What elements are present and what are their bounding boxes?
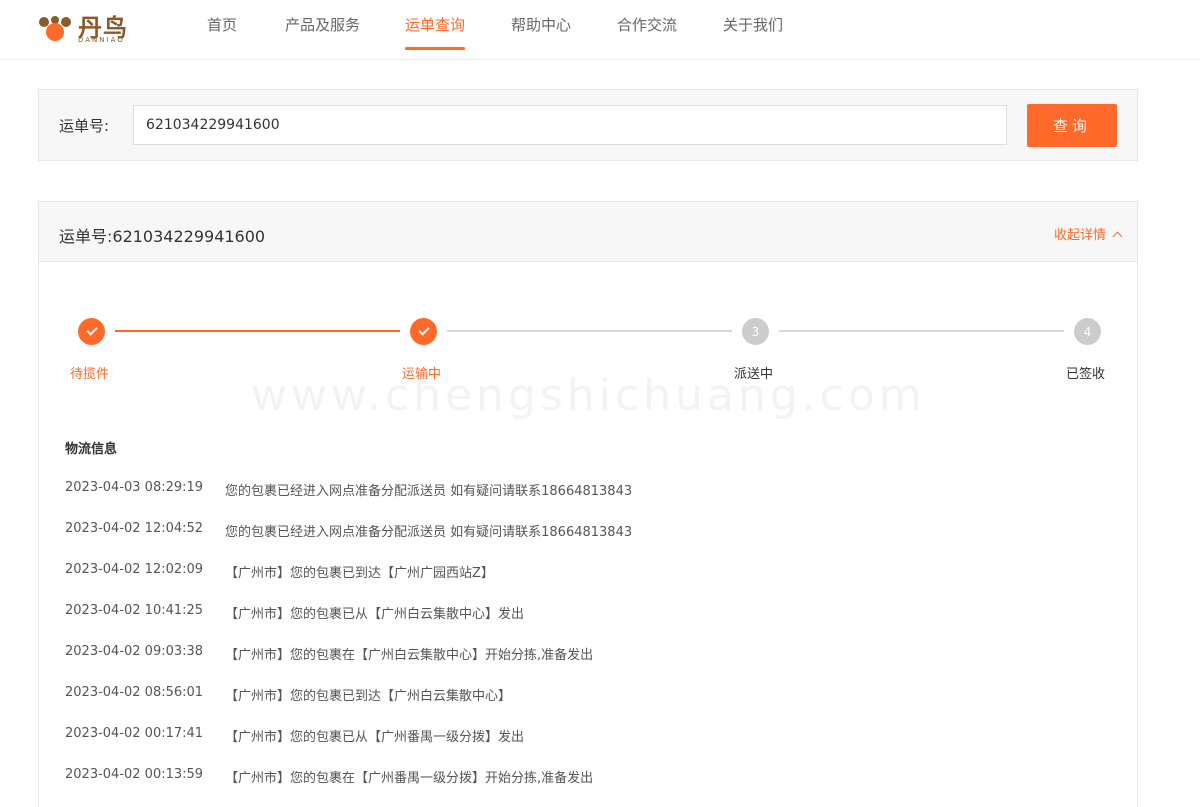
nav-home[interactable]: 首页 xyxy=(207,14,237,50)
collapse-details-label: 收起详情 xyxy=(1053,228,1106,243)
logistics-message: 【广州市】您的包裹已从【广州白云集散中心】发出 xyxy=(225,607,525,622)
step-connector-2 xyxy=(447,330,732,332)
result-body: www.chengshichuang.com 3 4 待揽件 运输中 派送中 已… xyxy=(38,262,1138,807)
result-header: 运单号:621034229941600 收起详情 xyxy=(38,201,1138,262)
logistics-time: 2023-04-02 12:02:09 xyxy=(65,562,204,577)
step-3-number: 3 xyxy=(742,318,769,345)
logistics-message: 您的包裹已经进入网点准备分配派送员 如有疑问请联系18664813843 xyxy=(225,484,633,499)
watermark: www.chengshichuang.com xyxy=(251,370,926,421)
nav-help[interactable]: 帮助中心 xyxy=(511,14,571,50)
step-3-label: 派送中 xyxy=(734,367,774,382)
logistics-message: 【广州市】您的包裹已从【广州番禺一级分拨】发出 xyxy=(225,730,525,745)
logistics-time: 2023-04-02 09:03:38 xyxy=(65,644,204,659)
step-4-label: 已签收 xyxy=(1066,367,1106,382)
step-2-label: 运输中 xyxy=(402,367,442,382)
result-tracking-number: 运单号:621034229941600 xyxy=(59,227,266,246)
nav-tracking[interactable]: 运单查询 xyxy=(405,14,466,50)
step-1-label: 待揽件 xyxy=(70,367,110,382)
step-connector-1 xyxy=(115,330,400,332)
step-4-number: 4 xyxy=(1074,318,1101,345)
logistics-time: 2023-04-03 08:29:19 xyxy=(65,480,204,495)
logistics-message: 您的包裹已经进入网点准备分配派送员 如有疑问请联系18664813843 xyxy=(225,525,633,540)
logistics-message: 【广州市】您的包裹在【广州白云集散中心】开始分拣,准备发出 xyxy=(225,648,594,663)
chevron-up-icon xyxy=(1112,231,1123,242)
tracking-query-panel: 运单号: 查询 xyxy=(38,89,1138,161)
logistics-message: 【广州市】您的包裹已到达【广州广园西站Z】 xyxy=(225,566,494,581)
step-2-check-icon xyxy=(410,318,437,345)
brand-name-en: DANNIAO xyxy=(78,36,125,44)
site-header: 丹鸟 DANNIAO 首页 产品及服务 运单查询 帮助中心 合作交流 关于我们 xyxy=(0,0,1200,60)
logistics-title: 物流信息 xyxy=(65,442,118,457)
nav-about[interactable]: 关于我们 xyxy=(723,14,783,50)
logistics-time: 2023-04-02 00:17:41 xyxy=(65,726,204,741)
logo-mark-icon xyxy=(39,16,71,41)
logistics-time: 2023-04-02 00:13:59 xyxy=(65,767,204,782)
logistics-time: 2023-04-02 12:04:52 xyxy=(65,521,204,536)
logistics-message: 【广州市】您的包裹已到达【广州白云集散中心】 xyxy=(225,689,512,704)
collapse-details-button[interactable]: 收起详情 xyxy=(1053,224,1123,243)
logistics-time: 2023-04-02 08:56:01 xyxy=(65,685,204,700)
tracking-number-input[interactable] xyxy=(133,105,1007,145)
step-1-check-icon xyxy=(78,318,105,345)
query-button[interactable]: 查询 xyxy=(1027,104,1117,147)
nav-products[interactable]: 产品及服务 xyxy=(285,14,360,50)
nav-partnership[interactable]: 合作交流 xyxy=(617,14,677,50)
brand-logo[interactable]: 丹鸟 DANNIAO xyxy=(38,6,138,46)
logistics-time: 2023-04-02 10:41:25 xyxy=(65,603,204,618)
step-connector-3 xyxy=(779,330,1064,332)
tracking-number-label: 运单号: xyxy=(59,117,110,135)
logistics-message: 【广州市】您的包裹在【广州番禺一级分拨】开始分拣,准备发出 xyxy=(225,771,594,786)
